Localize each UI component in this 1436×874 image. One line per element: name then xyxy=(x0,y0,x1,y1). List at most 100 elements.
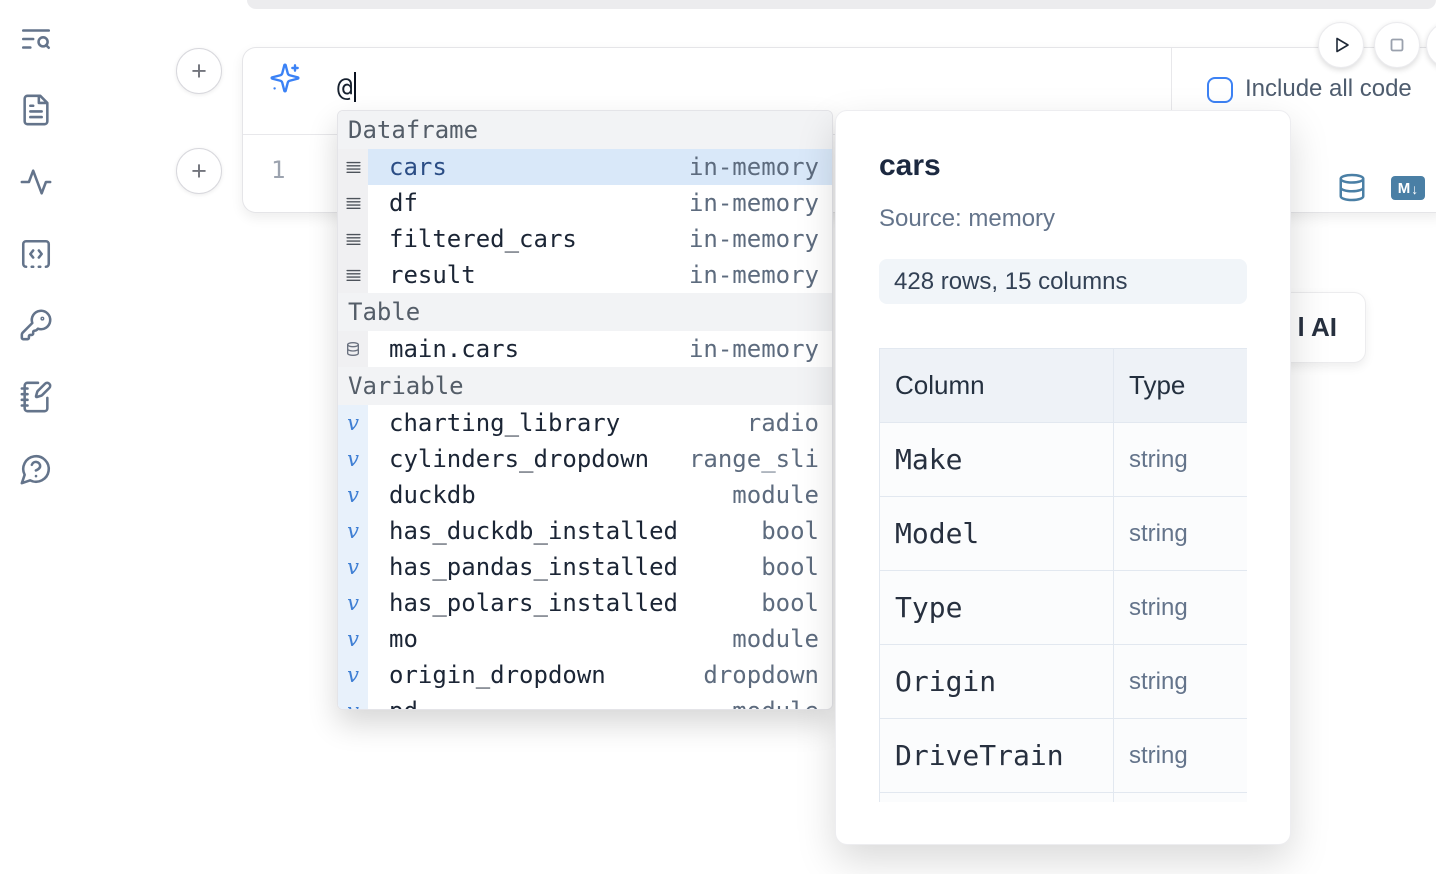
table-row: Make string xyxy=(880,423,1248,497)
markdown-badge-icon[interactable]: M↓ xyxy=(1391,176,1425,200)
table-row: Model string xyxy=(880,497,1248,571)
variable-icon: v xyxy=(338,441,368,477)
item-type: module xyxy=(732,697,832,710)
item-name: result xyxy=(368,261,476,289)
autocomplete-item[interactable]: vpd module xyxy=(338,693,832,710)
sparkles-icon xyxy=(269,62,301,94)
autocomplete-item[interactable]: vcylinders_dropdown range_sli xyxy=(338,441,832,477)
interrupt-button[interactable] xyxy=(1374,22,1420,68)
item-type: module xyxy=(732,481,832,509)
table-row-partial xyxy=(880,793,1248,803)
preview-title: cars xyxy=(879,149,941,183)
column-type-cell: string xyxy=(1114,719,1248,793)
item-type: in-memory xyxy=(689,153,832,181)
item-type: bool xyxy=(761,517,832,545)
include-all-code-checkbox[interactable] xyxy=(1207,77,1233,103)
item-name: cylinders_dropdown xyxy=(368,445,649,473)
autocomplete-item[interactable]: vmo module xyxy=(338,621,832,657)
autocomplete-dropdown[interactable]: Dataframecarsin-memorydfin-memoryfiltere… xyxy=(337,110,833,710)
code-cell-icon[interactable] xyxy=(19,237,53,271)
dataframe-icon xyxy=(338,221,368,257)
item-name: origin_dropdown xyxy=(368,661,606,689)
item-type: range_sli xyxy=(689,445,832,473)
item-type: in-memory xyxy=(689,225,832,253)
ai-prompt-input[interactable]: @ xyxy=(337,72,356,103)
variable-icon: v xyxy=(338,477,368,513)
dataframe-icon xyxy=(338,257,368,293)
column-name-cell: Origin xyxy=(880,645,1114,719)
item-name: charting_library xyxy=(368,409,620,437)
database-icon[interactable] xyxy=(1337,172,1367,203)
item-type: in-memory xyxy=(689,335,832,363)
autocomplete-item[interactable]: vhas_pandas_installed bool xyxy=(338,549,832,585)
text-search-icon[interactable] xyxy=(19,22,53,56)
item-type: module xyxy=(732,625,832,653)
item-name: has_duckdb_installed xyxy=(368,517,678,545)
notebook-pen-icon[interactable] xyxy=(19,380,53,414)
ai-prompt-value: @ xyxy=(337,73,353,103)
item-type: radio xyxy=(747,409,832,437)
item-name: mo xyxy=(368,625,418,653)
autocomplete-item[interactable]: resultin-memory xyxy=(338,257,832,293)
autocomplete-section-header: Dataframe xyxy=(338,111,832,149)
file-text-icon[interactable] xyxy=(19,93,53,127)
include-all-code-label: Include all code xyxy=(1245,75,1412,103)
item-type: bool xyxy=(761,553,832,581)
item-name: pd xyxy=(368,697,418,710)
variable-icon: v xyxy=(338,405,368,441)
item-type: in-memory xyxy=(689,189,832,217)
add-cell-button-bottom[interactable]: + xyxy=(176,148,222,194)
autocomplete-item[interactable]: filtered_cars in-memory xyxy=(338,221,832,257)
autocomplete-item[interactable]: vorigin_dropdown dropdown xyxy=(338,657,832,693)
key-icon[interactable] xyxy=(19,308,53,342)
item-type: bool xyxy=(761,589,832,617)
variable-icon: v xyxy=(338,657,368,693)
table-row: DriveTrain string xyxy=(880,719,1248,793)
column-name-cell: Type xyxy=(880,571,1114,645)
activity-icon[interactable] xyxy=(19,165,53,199)
autocomplete-item[interactable]: carsin-memory xyxy=(338,149,832,185)
help-chat-icon[interactable] xyxy=(19,452,53,486)
autocomplete-item[interactable]: vduckdbmodule xyxy=(338,477,832,513)
variable-icon: v xyxy=(338,549,368,585)
preview-schema-table-wrap[interactable]: ColumnType Make string Model string Type… xyxy=(879,348,1247,802)
line-number: 1 xyxy=(271,156,285,184)
markdown-m: M xyxy=(1398,180,1411,197)
item-type: dropdown xyxy=(703,661,832,689)
autocomplete-section-header: Table xyxy=(338,293,832,331)
column-header: Column xyxy=(880,349,1114,423)
item-name: has_pandas_installed xyxy=(368,553,678,581)
table-header-row: ColumnType xyxy=(880,349,1248,423)
preview-source: Source: memory xyxy=(879,205,1055,233)
autocomplete-item[interactable]: vhas_polars_installed bool xyxy=(338,585,832,621)
table-row: Type string xyxy=(880,571,1248,645)
autocomplete-item[interactable]: vcharting_library radio xyxy=(338,405,832,441)
column-name-cell: Make xyxy=(880,423,1114,497)
column-type-cell: string xyxy=(1114,645,1248,719)
dataframe-preview-popup: cars Source: memory 428 rows, 15 columns… xyxy=(835,110,1291,845)
item-name: has_polars_installed xyxy=(368,589,678,617)
table-database-icon xyxy=(338,331,368,367)
column-name-cell: DriveTrain xyxy=(880,719,1114,793)
column-header: Type xyxy=(1114,349,1248,423)
marimo-notebook: + + @ Include all code 1 M↓ Dataframecar… xyxy=(0,0,1436,874)
autocomplete-item[interactable]: main.cars in-memory xyxy=(338,331,832,367)
item-name: main.cars xyxy=(368,335,519,363)
table-row: Origin string xyxy=(880,645,1248,719)
variable-icon: v xyxy=(338,585,368,621)
item-name: filtered_cars xyxy=(368,225,577,253)
preview-shape-badge: 428 rows, 15 columns xyxy=(879,259,1247,304)
markdown-arrow: ↓ xyxy=(1411,181,1418,197)
add-cell-button-top[interactable]: + xyxy=(176,48,222,94)
dataframe-icon xyxy=(338,185,368,221)
variable-icon: v xyxy=(338,693,368,710)
autocomplete-item[interactable]: vhas_duckdb_installed bool xyxy=(338,513,832,549)
run-cell-button[interactable] xyxy=(1318,22,1364,68)
column-type-cell: string xyxy=(1114,571,1248,645)
variable-icon: v xyxy=(338,621,368,657)
item-name: df xyxy=(368,189,418,217)
dataframe-icon xyxy=(338,149,368,185)
autocomplete-item[interactable]: df in-memory xyxy=(338,185,832,221)
column-type-cell: string xyxy=(1114,423,1248,497)
variable-icon: v xyxy=(338,513,368,549)
